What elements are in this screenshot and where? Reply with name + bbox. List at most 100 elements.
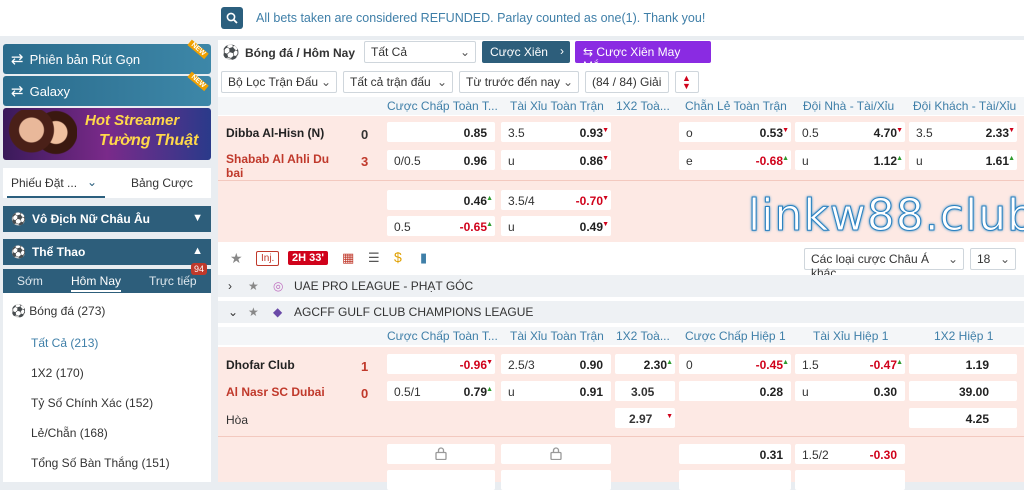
- odds-cell[interactable]: 0.28: [679, 381, 791, 401]
- odds-cell[interactable]: -0.96 ▼: [387, 354, 495, 374]
- odds-value: -0.68: [755, 154, 783, 168]
- odds-line: 0.5: [802, 126, 819, 140]
- list-item[interactable]: Tổng Số Bàn Thắng (151): [31, 456, 239, 470]
- odds-value: 2.30: [643, 358, 667, 372]
- tab-today[interactable]: Hôm Nay: [71, 274, 122, 292]
- coin-icon[interactable]: $: [394, 249, 402, 265]
- lucky-parlay-button[interactable]: ⇆ Cược Xiên May Mắn: [575, 41, 711, 73]
- odds-cell[interactable]: 0.5/1 0.79 ▲: [387, 381, 495, 401]
- odds-cell[interactable]: 3.5 2.33 ▼: [909, 122, 1017, 142]
- star-icon[interactable]: ★: [248, 279, 259, 293]
- odds-cell[interactable]: 1.5 -0.47 ▲: [795, 354, 905, 374]
- odds-cell[interactable]: 2.5/3 0.90: [501, 354, 611, 374]
- search-button[interactable]: [221, 7, 243, 29]
- league-row[interactable]: ⌄ ★ ◆ AGCFF GULF CLUB CHAMPIONS LEAGUE: [218, 301, 1024, 323]
- all-matches-select[interactable]: Tất cả trận đấu ⌄: [343, 71, 453, 93]
- odds-cell[interactable]: u 1.61 ▲: [909, 150, 1017, 170]
- odds-cell[interactable]: 0.5 4.70 ▼: [795, 122, 905, 142]
- item-label: Tất Cả: [31, 336, 68, 350]
- up-arrow-icon: ▲: [782, 155, 789, 162]
- league-row[interactable]: › ★ ◎ UAE PRO LEAGUE - PHẠT GÓC: [218, 275, 1024, 297]
- select-value: Bộ Lọc Trận Đấu: [228, 75, 319, 89]
- odds-cell[interactable]: u 1.12 ▲: [795, 150, 905, 170]
- odds-cell[interactable]: 0 -0.45 ▲: [679, 354, 791, 374]
- odds-cell[interactable]: u 0.86 ▼: [501, 150, 611, 170]
- list-item[interactable]: Lẻ/Chẵn (168): [31, 426, 239, 440]
- section-sports[interactable]: ⚽ Thể Thao ▲: [3, 239, 211, 265]
- chart-icon[interactable]: ▮: [420, 250, 427, 266]
- chevron-up-icon: ▲: [192, 245, 203, 257]
- up-arrow-icon: ▲: [896, 359, 903, 366]
- odds-cell[interactable]: 2.97 ▼: [615, 408, 675, 428]
- parlay-button[interactable]: Cược Xiên ›: [482, 41, 570, 63]
- market-select[interactable]: Tất Cả ⌄: [364, 41, 476, 63]
- sort-select[interactable]: Từ trước đến nay ⌄: [459, 71, 579, 93]
- star-icon[interactable]: ★: [230, 250, 243, 267]
- streamer-image: [7, 110, 77, 160]
- sort-toggle[interactable]: ▲ ▼: [675, 71, 699, 93]
- odds-cell[interactable]: 0/0.5 0.96: [387, 150, 495, 170]
- odds-cell[interactable]: [795, 470, 905, 490]
- odds-cell[interactable]: 2.30 ▲: [615, 354, 675, 374]
- list-item[interactable]: 1X2 (170): [31, 366, 239, 380]
- odds-cell[interactable]: [679, 470, 791, 490]
- odds-cell[interactable]: 0.85: [387, 122, 495, 142]
- up-arrow-icon: ▲: [896, 155, 903, 162]
- notice-text: All bets taken are considered REFUNDED. …: [256, 11, 706, 25]
- odds-line: u: [508, 220, 515, 234]
- slip-tabs: Phiếu Đặt ... ⌄ Bảng Cược: [3, 168, 211, 198]
- odds-value: 4.70: [873, 126, 897, 140]
- field-icon[interactable]: ▦: [342, 250, 354, 266]
- col-header: Tài Xỉu Toàn Trận: [510, 99, 604, 113]
- odds-value: 0.91: [579, 385, 603, 399]
- live-count-badge: 94: [190, 263, 207, 275]
- chevron-down-icon[interactable]: ⌄: [87, 175, 97, 189]
- galaxy-banner[interactable]: ⇄ Galaxy NEW: [3, 71, 211, 106]
- down-arrow-icon: ▼: [782, 127, 789, 134]
- odds-line: o: [686, 126, 693, 140]
- col-header: Đội Khách - Tài/Xỉu: [913, 99, 1017, 113]
- league-count[interactable]: (84 / 84) Giải: [585, 71, 669, 93]
- col-header: 1X2 Hiệp 1: [934, 329, 994, 343]
- compact-version-banner[interactable]: ⇄ Phiên bản Rút Gọn NEW: [3, 39, 211, 74]
- odds-cell[interactable]: 0.31: [679, 444, 791, 464]
- tab-early[interactable]: Sớm: [17, 274, 43, 288]
- banner-label: Phiên bản Rút Gọn: [29, 51, 141, 67]
- odds-cell[interactable]: 0.46 ▲: [387, 190, 495, 210]
- tab-bet-slip[interactable]: Phiếu Đặt ...: [11, 176, 77, 190]
- down-arrow-icon: ▼: [602, 127, 609, 134]
- odds-cell[interactable]: 1.5/2 -0.30: [795, 444, 905, 464]
- star-icon[interactable]: ★: [248, 305, 259, 319]
- away-team: Al Nasr SC Dubai: [226, 385, 325, 399]
- filter-bar: Bộ Lọc Trận Đấu ⌄ Tất cả trận đấu ⌄ Từ trư…: [218, 70, 1024, 96]
- odds-cell[interactable]: 1.19: [909, 354, 1017, 374]
- match-filter-select[interactable]: Bộ Lọc Trận Đấu ⌄: [221, 71, 337, 93]
- select-value: 18: [977, 252, 991, 266]
- chevron-down-icon: ⌄: [436, 75, 447, 89]
- list-item[interactable]: Tất Cả (213): [31, 336, 239, 350]
- odds-cell[interactable]: 3.5 0.93 ▼: [501, 122, 611, 142]
- odds-cell[interactable]: u 0.30: [795, 381, 905, 401]
- injury-badge[interactable]: Inj.: [256, 251, 280, 266]
- odds-cell[interactable]: 0.5 -0.65 ▲: [387, 216, 495, 236]
- odds-cell[interactable]: 3.5/4 -0.70 ▼: [501, 190, 611, 210]
- odds-cell[interactable]: u 0.91: [501, 381, 611, 401]
- sport-list: ⚽ Bóng đá (273) Tất Cả (213) 1X2 (170) T…: [3, 293, 211, 482]
- stats-icon[interactable]: ☰: [368, 250, 380, 266]
- odds-cell[interactable]: e -0.68 ▲: [679, 150, 791, 170]
- tab-bet-board[interactable]: Bảng Cược: [131, 176, 193, 190]
- sport-football[interactable]: ⚽ Bóng đá (273): [11, 304, 219, 318]
- section-euro-women[interactable]: ⚽ Vô Địch Nữ Châu Âu ▼: [3, 206, 211, 232]
- list-item[interactable]: Tỷ Số Chính Xác (152): [31, 396, 239, 410]
- tab-live[interactable]: Trực tiếp: [149, 274, 197, 288]
- market-count-select[interactable]: 18 ⌄: [970, 248, 1016, 270]
- hot-streamer-promo[interactable]: Hot Streamer Tường Thuật: [3, 108, 211, 160]
- odds-cell[interactable]: u 0.49 ▼: [501, 216, 611, 236]
- odds-cell[interactable]: 4.25: [909, 408, 1017, 428]
- asian-market-select[interactable]: Các loại cược Châu Á khác ⌄: [804, 248, 964, 280]
- odds-cell[interactable]: 3.05: [615, 381, 675, 401]
- odds-cell[interactable]: o 0.53 ▼: [679, 122, 791, 142]
- league-name: AGCFF GULF CLUB CHAMPIONS LEAGUE: [294, 305, 534, 319]
- button-label: Cược Xiên: [490, 45, 548, 59]
- odds-cell[interactable]: 39.00: [909, 381, 1017, 401]
